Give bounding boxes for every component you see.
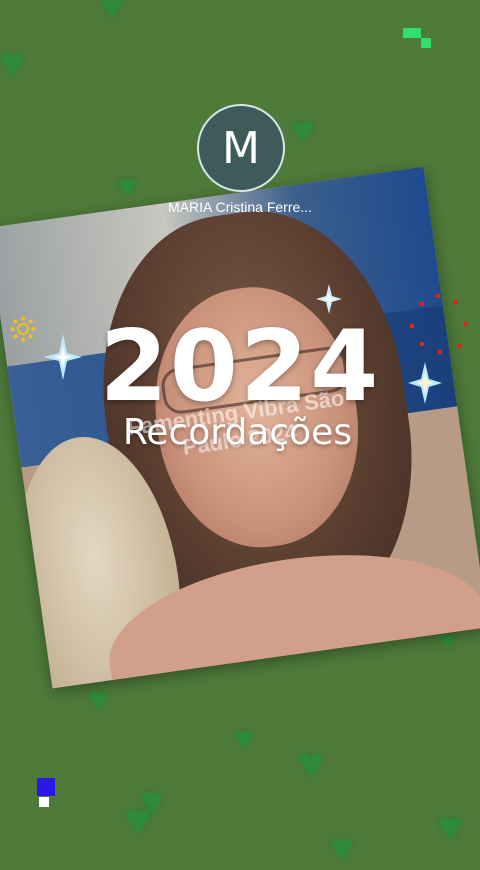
heart-icon: ♥ bbox=[330, 826, 354, 870]
avatar-initial: M bbox=[222, 122, 260, 174]
heart-icon: ♥ bbox=[88, 679, 110, 720]
sparkle-dots-icon bbox=[410, 294, 468, 354]
profile-name: MARIA Cristina Ferre... bbox=[168, 199, 312, 215]
heart-icon: ♥ bbox=[298, 739, 325, 788]
sparkle-icon bbox=[44, 334, 82, 380]
heart-icon: ♥ bbox=[292, 110, 315, 152]
title-subtitle: Recordações bbox=[122, 412, 353, 453]
heart-icon: ♥ bbox=[234, 720, 255, 758]
sparkle-icon bbox=[316, 284, 342, 314]
pixel-decoration bbox=[37, 778, 55, 796]
heart-icon: ♥ bbox=[100, 0, 124, 28]
pixel-decoration bbox=[39, 797, 49, 807]
heart-icon: ♥ bbox=[0, 39, 25, 86]
pixel-decoration bbox=[421, 38, 431, 48]
heart-icon: ♥ bbox=[438, 803, 463, 850]
avatar[interactable]: M bbox=[197, 104, 285, 192]
heart-icon: ♥ bbox=[124, 793, 152, 845]
sparkle-icon bbox=[408, 362, 442, 404]
heart-icon: ♥ bbox=[118, 168, 137, 204]
sun-icon bbox=[10, 316, 36, 342]
pixel-decoration bbox=[403, 28, 421, 38]
